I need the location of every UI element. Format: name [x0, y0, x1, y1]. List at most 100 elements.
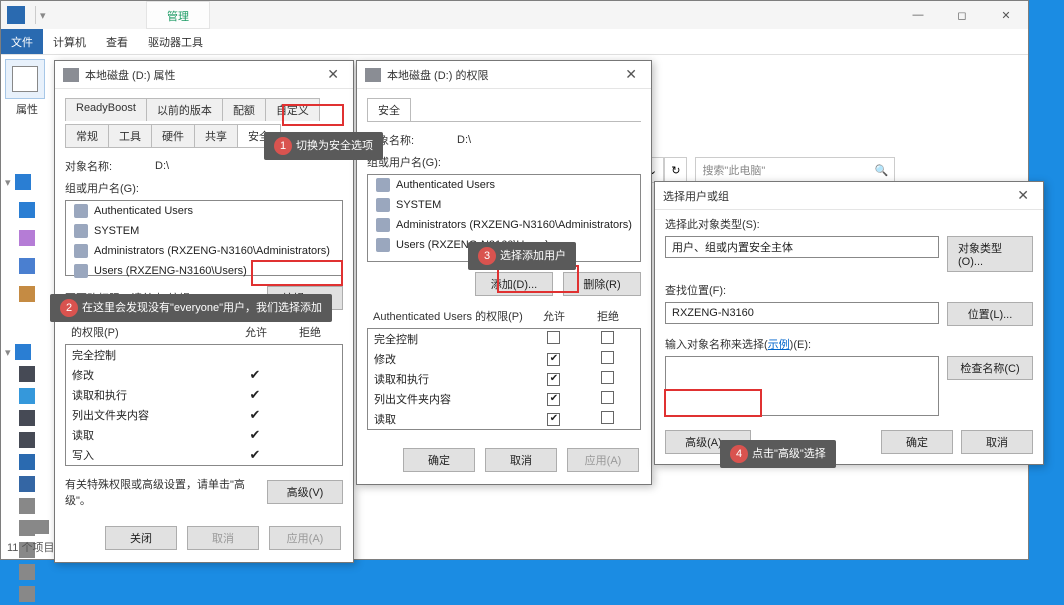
tab-readyboost[interactable]: ReadyBoost	[65, 98, 147, 121]
dialog-title: 本地磁盘 (D:) 的权限	[387, 67, 488, 83]
ribbon-context-tab[interactable]: 管理	[146, 1, 210, 29]
advanced-hint: 有关特殊权限或高级设置，请单击"高级"。	[65, 476, 267, 508]
dialog-titlebar: 本地磁盘 (D:) 的权限 ✕	[357, 61, 651, 89]
advanced-button[interactable]: 高级(V)	[267, 480, 343, 504]
allow-checkbox[interactable]	[547, 331, 560, 344]
sidebar-icon[interactable]	[19, 202, 35, 218]
perm-header: Authenticated Users 的权限(P)	[373, 308, 527, 324]
callout-3: 3选择添加用户	[468, 242, 576, 270]
deny-checkbox[interactable]	[601, 371, 614, 384]
allow-checkbox[interactable]	[547, 373, 560, 386]
cancel-button[interactable]: 取消	[961, 430, 1033, 454]
close-button[interactable]: ✕	[984, 1, 1028, 29]
object-name-label: 对象名称:	[65, 158, 155, 174]
perm-row: 完全控制	[368, 329, 640, 349]
check-names-button[interactable]: 检查名称(C)	[947, 356, 1033, 380]
tab-security[interactable]: 安全	[367, 98, 411, 121]
callout-2: 2在这里会发现没有"everyone"用户，我们选择添加	[50, 294, 332, 322]
close-button[interactable]: 关闭	[105, 526, 177, 550]
sidebar-icon[interactable]	[19, 498, 35, 514]
ok-button[interactable]: 确定	[403, 448, 475, 472]
user-icon	[74, 264, 88, 278]
badge-1: 1	[274, 137, 292, 155]
user-icon	[376, 178, 390, 192]
sidebar-icon[interactable]	[19, 476, 35, 492]
properties-label: 属性	[5, 101, 49, 117]
dialog-titlebar: 选择用户或组 ✕	[655, 182, 1043, 210]
list-item: Administrators (RXZENG-N3160\Administrat…	[66, 241, 342, 261]
sidebar-icon[interactable]	[19, 454, 35, 470]
object-types-button[interactable]: 对象类型(O)...	[947, 236, 1033, 272]
this-pc-icon[interactable]	[15, 344, 31, 360]
deny-checkbox[interactable]	[601, 391, 614, 404]
tab-hardware[interactable]: 硬件	[151, 124, 195, 147]
properties-button[interactable]	[5, 59, 45, 99]
sidebar-icon[interactable]	[19, 410, 35, 426]
locations-button[interactable]: 位置(L)...	[947, 302, 1033, 326]
perm-row: 列出文件夹内容✔	[66, 405, 342, 425]
example-link[interactable]: 示例	[768, 339, 790, 351]
tab-quota[interactable]: 配额	[222, 98, 266, 121]
cancel-button[interactable]: 取消	[485, 448, 557, 472]
apply-button[interactable]: 应用(A)	[269, 526, 341, 550]
maximize-button[interactable]: ◻	[940, 1, 984, 29]
cancel-button[interactable]: 取消	[187, 526, 259, 550]
ribbon-tab-computer[interactable]: 计算机	[43, 29, 96, 54]
qat-down-icon[interactable]: ▾	[40, 9, 46, 22]
sidebar-icon[interactable]	[19, 230, 35, 246]
sidebar-icon[interactable]	[19, 586, 35, 602]
properties-icon	[12, 66, 38, 92]
tab-tools[interactable]: 工具	[108, 124, 152, 147]
allow-checkbox[interactable]	[547, 353, 560, 366]
sidebar-icon[interactable]	[19, 366, 35, 382]
deny-checkbox[interactable]	[601, 351, 614, 364]
add-button[interactable]: 添加(D)...	[475, 272, 553, 296]
ribbon-tab-drivetools[interactable]: 驱动器工具	[138, 29, 213, 54]
permissions-dialog: 本地磁盘 (D:) 的权限 ✕ 安全 对象名称: D:\ 组或用户名(G): A…	[356, 60, 652, 485]
close-icon[interactable]: ✕	[1011, 187, 1035, 204]
apply-button[interactable]: 应用(A)	[567, 448, 639, 472]
list-item: Administrators (RXZENG-N3160\Administrat…	[368, 215, 640, 235]
quick-access-icon[interactable]	[15, 174, 31, 190]
deny-checkbox[interactable]	[601, 331, 614, 344]
perm-row: 列出文件夹内容	[368, 389, 640, 409]
sidebar-icon[interactable]	[19, 564, 35, 580]
object-names-input[interactable]	[665, 356, 939, 416]
sidebar-icon[interactable]	[19, 432, 35, 448]
ribbon-tab-view[interactable]: 查看	[96, 29, 138, 54]
deny-checkbox[interactable]	[601, 411, 614, 424]
user-list[interactable]: Authenticated Users SYSTEM Administrator…	[65, 200, 343, 276]
object-type-label: 选择此对象类型(S):	[665, 216, 1033, 232]
object-type-field: 用户、组或内置安全主体	[665, 236, 939, 258]
allow-checkbox[interactable]	[547, 393, 560, 406]
nav-refresh[interactable]: ↻	[664, 157, 687, 183]
tab-customize[interactable]: 自定义	[265, 98, 320, 121]
list-item: Authenticated Users	[368, 175, 640, 195]
allow-checkbox[interactable]	[547, 413, 560, 426]
sidebar-icon[interactable]	[19, 258, 35, 274]
col-deny: 拒绝	[283, 324, 337, 340]
explorer-titlebar: ▾ 管理 此电脑 — ◻ ✕	[1, 1, 1028, 29]
user-icon	[376, 218, 390, 232]
ribbon-tab-file[interactable]: 文件	[1, 29, 43, 54]
remove-button[interactable]: 删除(R)	[563, 272, 641, 296]
minimize-button[interactable]: —	[896, 1, 940, 29]
search-box[interactable]: 搜索"此电脑" 🔍	[695, 157, 895, 183]
group-users-label: 组或用户名(G):	[65, 180, 343, 196]
sidebar-icon[interactable]	[19, 286, 35, 302]
status-item-count: 11 个项目	[7, 539, 54, 555]
drive-icon	[63, 68, 79, 82]
list-item: SYSTEM	[368, 195, 640, 215]
tab-previous[interactable]: 以前的版本	[146, 98, 223, 121]
sidebar-icon[interactable]	[19, 388, 35, 404]
ok-button[interactable]: 确定	[881, 430, 953, 454]
computer-icon	[7, 6, 25, 24]
location-label: 查找位置(F):	[665, 282, 1033, 298]
tab-sharing[interactable]: 共享	[194, 124, 238, 147]
object-name-value: D:\	[155, 160, 169, 172]
tab-general[interactable]: 常规	[65, 124, 109, 147]
titlebar-separator	[35, 6, 36, 24]
permissions-list: 完全控制修改读取和执行列出文件夹内容读取	[367, 328, 641, 430]
close-icon[interactable]: ✕	[619, 66, 643, 83]
close-icon[interactable]: ✕	[321, 66, 345, 83]
